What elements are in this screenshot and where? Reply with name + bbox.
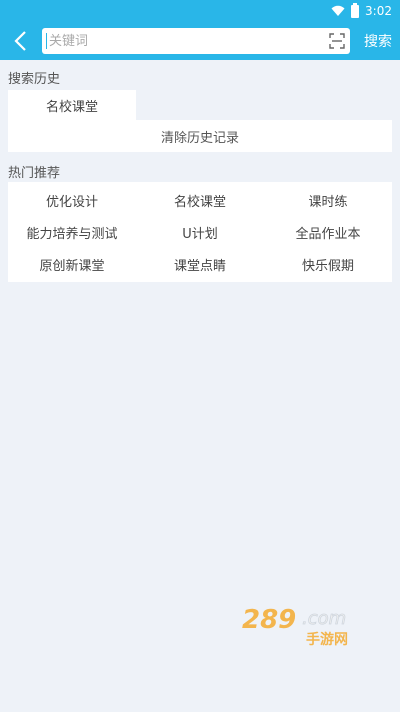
hot-item[interactable]: 课时练 <box>264 184 392 216</box>
hot-recommendation-grid: 优化设计 名校课堂 课时练 能力培养与测试 U计划 全品作业本 原创新课堂 课堂… <box>8 182 392 282</box>
back-button[interactable] <box>8 26 32 56</box>
wifi-icon <box>331 5 345 16</box>
status-time: 3:02 <box>365 4 392 18</box>
hot-item[interactable]: 原创新课堂 <box>8 248 136 280</box>
history-item[interactable]: 名校课堂 <box>8 90 136 120</box>
svg-text:289: 289 <box>242 605 296 635</box>
hot-item[interactable]: U计划 <box>136 216 264 248</box>
hot-item[interactable]: 优化设计 <box>8 184 136 216</box>
hot-item[interactable]: 快乐假期 <box>264 248 392 280</box>
hot-item[interactable]: 名校课堂 <box>136 184 264 216</box>
battery-icon <box>351 2 360 18</box>
history-list: 名校课堂 <box>8 90 392 120</box>
clear-history-button[interactable]: 清除历史记录 <box>8 120 392 152</box>
status-bar: 3:02 <box>0 0 400 22</box>
chevron-left-icon <box>14 31 26 51</box>
history-section-title: 搜索历史 <box>8 72 61 87</box>
hot-section-title: 热门推荐 <box>8 166 61 181</box>
search-input[interactable] <box>46 33 328 49</box>
svg-text:.com: .com <box>302 608 346 629</box>
watermark-logo: 289 .com 手游网 <box>242 605 348 648</box>
search-app-bar: 搜索 <box>0 22 400 60</box>
hot-item[interactable]: 能力培养与测试 <box>8 216 136 248</box>
svg-text:手游网: 手游网 <box>306 631 348 648</box>
search-box <box>42 28 350 54</box>
scan-icon[interactable] <box>328 32 346 50</box>
hot-item[interactable]: 课堂点睛 <box>136 248 264 280</box>
hot-item[interactable]: 全品作业本 <box>264 216 392 248</box>
search-button[interactable]: 搜索 <box>364 31 394 51</box>
